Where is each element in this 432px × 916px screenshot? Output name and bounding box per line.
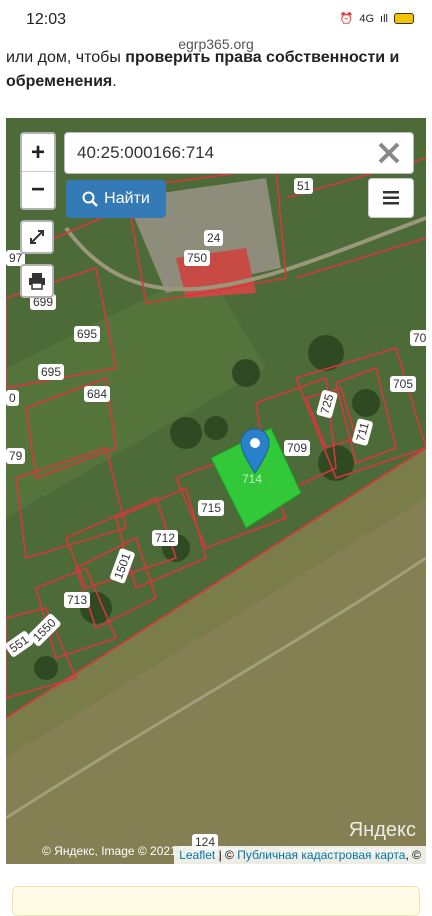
parcel-label: 695 [38, 364, 65, 380]
clear-search-button[interactable] [373, 137, 405, 169]
article-text: или дом, чтобы проверить права собственн… [6, 46, 426, 94]
article-end: . [112, 73, 117, 90]
parcel-label: 79 [6, 448, 26, 464]
attribution-separator: | © [215, 848, 238, 862]
parcel-label: 709 [284, 440, 311, 456]
parcel-label: 705 [390, 376, 417, 392]
search-icon [82, 191, 99, 207]
status-bar: 12:03 ⏰ 4G ıll [0, 0, 432, 38]
fullscreen-button[interactable] [20, 220, 54, 254]
parcel-label: 0 [6, 390, 19, 406]
find-button-label: Найти [104, 190, 150, 207]
parcel-label: 24 [204, 230, 224, 246]
expand-icon [30, 230, 44, 244]
leaflet-link[interactable]: Leaflet [179, 848, 215, 862]
cadastral-map-link[interactable]: Публичная кадастровая карта [237, 848, 405, 862]
zoom-in-button[interactable]: + [22, 134, 54, 171]
parcel-label: 695 [74, 326, 101, 342]
parcel-label: 750 [184, 250, 211, 266]
status-icons: ⏰ 4G ıll [340, 12, 414, 25]
battery-icon [394, 13, 414, 24]
parcel-label: 684 [84, 386, 111, 402]
info-card [12, 886, 420, 916]
search-input-value: 40:25:000166:714 [77, 143, 215, 162]
find-button[interactable]: Найти [66, 180, 166, 218]
close-icon [378, 142, 400, 164]
parcel-label: 51 [294, 178, 314, 194]
selected-parcel-label: 714 [242, 472, 263, 486]
attribution-suffix: , © [405, 848, 421, 862]
map-attribution: Leaflet | © Публичная кадастровая карта,… [174, 846, 426, 864]
status-time: 12:03 [26, 11, 67, 28]
zoom-control: + − [20, 132, 56, 210]
alarm-icon: ⏰ [339, 13, 354, 25]
network-label: 4G [359, 12, 375, 25]
printer-icon [29, 273, 45, 290]
parcel-label: 712 [152, 530, 179, 546]
layers-menu-button[interactable] [368, 178, 414, 218]
cadastral-map[interactable]: 51 24 750 97 699 695 695 684 0 79 705 72… [6, 118, 426, 864]
signal-icon: ıll [380, 12, 388, 25]
parcel-label: 70 [410, 330, 426, 346]
parcel-label: 713 [64, 592, 91, 608]
parcel-label: 715 [198, 500, 225, 516]
cadastral-search-input[interactable]: 40:25:000166:714 [64, 132, 414, 174]
yandex-watermark: Яндекс [348, 819, 416, 841]
zoom-out-button[interactable]: − [22, 171, 54, 208]
map-marker-icon[interactable] [240, 428, 270, 474]
article-plain: или дом, чтобы [6, 49, 126, 66]
print-button[interactable] [20, 264, 54, 298]
menu-icon [383, 191, 399, 205]
